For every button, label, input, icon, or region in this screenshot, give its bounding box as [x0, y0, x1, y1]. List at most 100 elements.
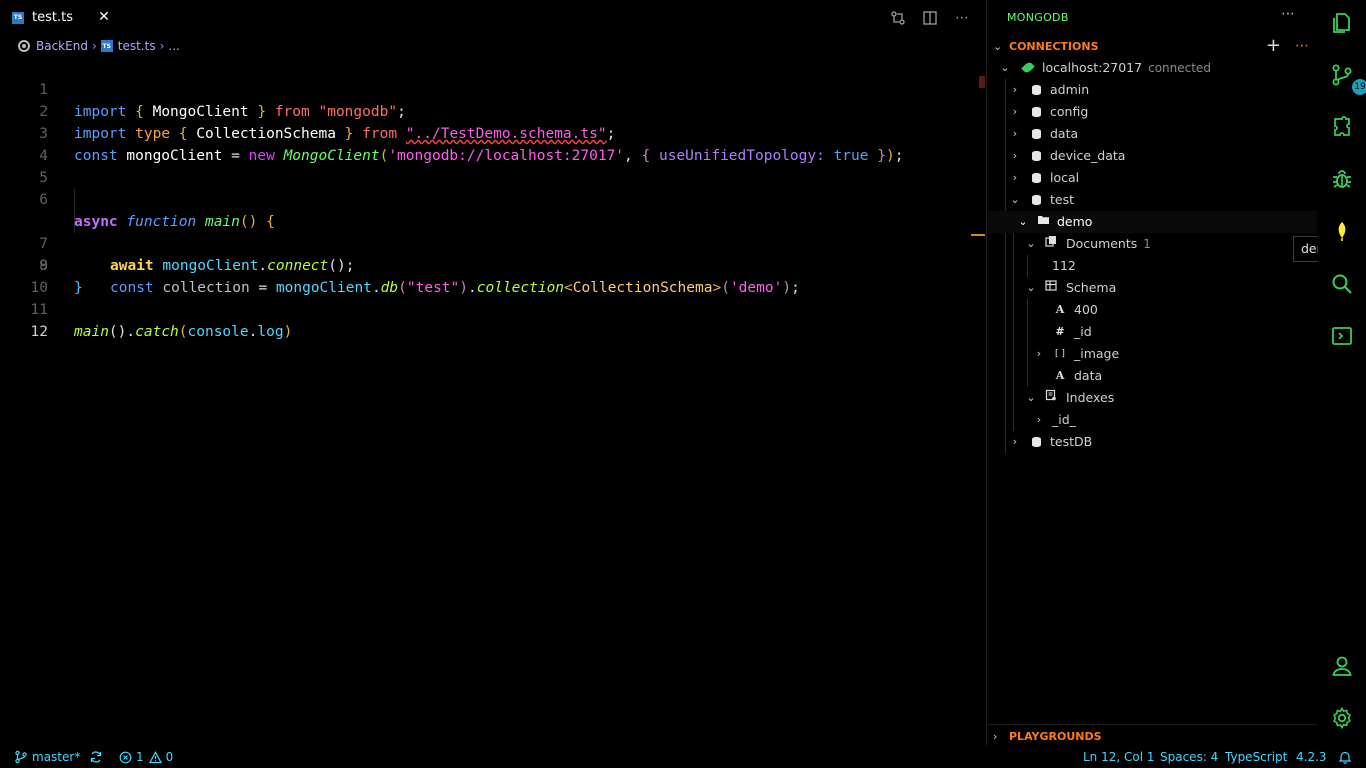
database-name: test — [1050, 192, 1075, 207]
database-name: local — [1050, 170, 1080, 185]
warning-icon — [148, 750, 162, 763]
token: ( — [178, 324, 188, 340]
database-item[interactable]: › data — [987, 123, 1317, 145]
notifications-button[interactable] — [1338, 746, 1352, 768]
problems-indicator[interactable]: 1 0 — [119, 746, 173, 768]
database-item[interactable]: › device_data — [987, 145, 1317, 167]
code-line: 3 const mongoClient = new MongoClient('m… — [0, 101, 985, 164]
code-line: 9 } — [0, 233, 985, 296]
language-mode[interactable]: TypeScript — [1225, 746, 1287, 768]
branch-indicator[interactable]: master* — [14, 746, 80, 768]
schema-field[interactable]: A 400 — [987, 299, 1317, 321]
more-actions-icon[interactable]: ⋯ — [953, 9, 971, 27]
more-actions-icon[interactable]: ⋯ — [1281, 6, 1295, 22]
document-value: 112 — [1052, 258, 1076, 273]
branch-name: master* — [32, 750, 81, 764]
search-icon[interactable] — [1328, 270, 1356, 298]
breadcrumb-folder[interactable]: BackEnd — [36, 39, 88, 53]
git-branch-icon — [15, 750, 27, 764]
number-type-icon: # — [1055, 325, 1065, 338]
close-icon[interactable]: ✕ — [96, 9, 112, 25]
indexes-item[interactable]: ⌄ Indexes — [987, 387, 1317, 409]
collection-item[interactable]: ⌄ demo — [987, 211, 1317, 233]
indent-guide — [74, 211, 75, 233]
code-line: 2 import type { CollectionSchema } from … — [0, 79, 985, 142]
connections-section-header[interactable]: ⌄ CONNECTIONS + ⋯ — [987, 35, 1317, 57]
database-icon — [1029, 167, 1043, 191]
code-line: 12 — [0, 299, 985, 340]
chevron-right-icon: › — [91, 39, 97, 53]
extensions-icon[interactable] — [1328, 113, 1356, 141]
chevron-right-icon: › — [1036, 347, 1042, 360]
more-actions-icon[interactable]: ⋯ — [1295, 35, 1309, 57]
breadcrumb: BackEnd › TS test.ts › ... — [0, 36, 985, 56]
explorer-icon[interactable] — [1328, 9, 1356, 37]
code-line: 6 async function main() { — [0, 167, 985, 230]
split-editor-icon[interactable] — [921, 9, 939, 27]
chevron-down-icon: ⌄ — [993, 39, 1003, 53]
token: () — [108, 324, 127, 340]
connections-label: CONNECTIONS — [1009, 39, 1099, 53]
database-icon — [1029, 145, 1043, 169]
database-item[interactable]: › local — [987, 167, 1317, 189]
index-item[interactable]: › _id_ — [987, 409, 1317, 431]
terminal-icon[interactable] — [1328, 322, 1356, 350]
sync-button[interactable] — [89, 746, 103, 768]
add-connection-icon[interactable]: + — [1266, 35, 1281, 57]
collection-name: demo — [1057, 214, 1093, 229]
array-type-icon: [ ] — [1055, 349, 1065, 359]
code-line: 7 await mongoClient.connect(); — [0, 189, 985, 274]
database-icon — [1029, 123, 1043, 147]
breadcrumb-more[interactable]: ... — [168, 39, 179, 53]
status-bar: master* 1 0 Ln 12, Col 1 Spaces: 4 TypeS… — [0, 746, 1366, 768]
breadcrumb-file[interactable]: test.ts — [118, 39, 156, 53]
cursor-position[interactable]: Ln 12, Col 1 — [1083, 746, 1155, 768]
documents-item[interactable]: ⌄ Documents 1 — [987, 233, 1317, 255]
field-name: _image — [1074, 346, 1120, 361]
mongodb-leaf-icon[interactable] — [1328, 217, 1356, 245]
typescript-file-icon: TS — [12, 11, 24, 24]
chevron-down-icon: ⌄ — [1010, 193, 1020, 206]
editor-tab-bar: TS test.ts ✕ ⋯ — [0, 0, 985, 35]
playgrounds-label: PLAYGROUNDS — [1009, 729, 1102, 743]
database-item[interactable]: › admin — [987, 79, 1317, 101]
compare-changes-icon[interactable] — [889, 9, 907, 27]
code-line: 10 — [0, 255, 985, 296]
source-control-badge: 19 — [1352, 79, 1366, 95]
documents-count: 1 — [1143, 237, 1151, 251]
settings-gear-icon[interactable] — [1328, 704, 1356, 732]
database-item[interactable]: › testDB — [987, 431, 1317, 453]
sidebar-title: MONGODB — [1007, 11, 1069, 24]
documents-icon — [1044, 233, 1058, 255]
code-line: 4 — [0, 123, 985, 164]
typescript-version[interactable]: 4.2.3 — [1296, 746, 1327, 768]
chevron-right-icon: › — [1012, 127, 1018, 140]
editor-actions: ⋯ — [889, 9, 971, 27]
schema-field[interactable]: › [ ] _image — [987, 343, 1317, 365]
activity-bar: 19 — [1318, 0, 1366, 746]
chevron-right-icon: › — [159, 39, 165, 53]
playgrounds-section-header[interactable]: › PLAYGROUNDS — [987, 724, 1317, 747]
indentation[interactable]: Spaces: 4 — [1160, 746, 1218, 768]
debug-icon[interactable] — [1328, 165, 1356, 193]
source-control-icon[interactable]: 19 — [1328, 61, 1366, 95]
code-editor[interactable]: 1 import { MongoClient } from "mongodb";… — [0, 57, 985, 340]
database-icon — [1029, 431, 1043, 455]
schema-item[interactable]: ⌄ Schema — [987, 277, 1317, 299]
database-item[interactable]: › config — [987, 101, 1317, 123]
connection-host: localhost:27017 — [1042, 60, 1143, 75]
account-icon[interactable] — [1328, 652, 1356, 680]
database-name: data — [1050, 126, 1079, 141]
connection-status: connected — [1148, 61, 1211, 75]
schema-field[interactable]: # _id — [987, 321, 1317, 343]
schema-field[interactable]: A data — [987, 365, 1317, 387]
database-item[interactable]: ⌄ test — [987, 189, 1317, 211]
mongodb-leaf-icon — [1021, 57, 1035, 81]
line-number: 12 — [30, 324, 48, 340]
connection-item[interactable]: ⌄ localhost:27017 connected — [987, 57, 1317, 79]
code-line: 8 const collection = mongoClient.db("tes… — [0, 211, 985, 296]
document-item[interactable]: 112 — [987, 255, 1317, 277]
tab-test-ts[interactable]: TS test.ts ✕ — [0, 0, 120, 35]
index-name: _id_ — [1052, 412, 1076, 427]
scrollbar-cursor-marker — [971, 234, 985, 236]
